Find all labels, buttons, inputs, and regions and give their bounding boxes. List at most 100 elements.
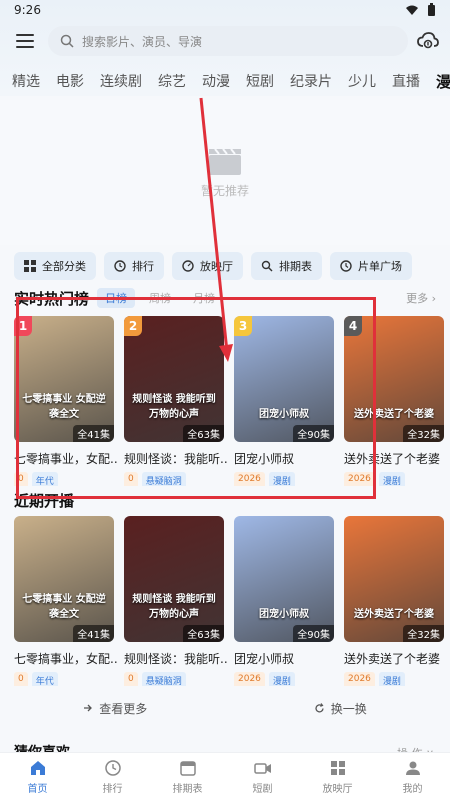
genre-tag: 漫剧 — [378, 472, 405, 486]
arrow-right-icon — [84, 704, 93, 712]
hot-card[interactable]: 送外卖送了个老婆 4 全32集送外卖送了个老婆 2026 漫剧 — [344, 316, 450, 486]
status-bar: 9:26 — [0, 0, 450, 20]
tab-4[interactable]: 动漫 — [194, 71, 238, 91]
tab-weekly[interactable]: 周榜 — [141, 288, 179, 308]
hot-card[interactable]: 七零搞事业 女配逆袭全文 1 全41集 七零搞事业，女配... 0 年代 — [14, 316, 124, 486]
tab-1[interactable]: 电影 — [48, 71, 92, 91]
nav-home[interactable]: 首页 — [8, 759, 68, 795]
refresh-label: 换一换 — [330, 701, 367, 716]
tab-5[interactable]: 短剧 — [238, 71, 282, 91]
card-title: 七零搞事业，女配... — [14, 452, 118, 466]
card-tags: 2026 漫剧 — [234, 672, 344, 686]
gauge-icon — [182, 260, 194, 272]
year-tag: 2026 — [234, 472, 265, 486]
tab-7[interactable]: 少儿 — [340, 71, 384, 91]
upcoming-card[interactable]: 七零搞事业 女配逆袭全文 全41集 七零搞事业，女配... 0 年代 — [14, 516, 124, 686]
card-tags: 0 悬疑脑洞 — [124, 472, 234, 486]
nav-schedule[interactable]: 排期表 — [158, 759, 218, 795]
poster-image[interactable]: 规则怪谈 我能听到万物的心声 全63集 — [124, 516, 224, 642]
tab-6[interactable]: 纪录片 — [282, 71, 340, 91]
nav-home-label: 首页 — [27, 783, 48, 795]
more-link[interactable]: 更多 › — [406, 290, 436, 306]
poster-image[interactable]: 七零搞事业 女配逆袭全文全41集 — [14, 516, 114, 642]
nav-profile-label: 我的 — [402, 783, 423, 795]
genre-tag: 漫剧 — [268, 472, 295, 486]
playlist-square-button[interactable]: 片单广场 — [330, 252, 412, 280]
genre-tag: 漫剧 — [378, 672, 405, 686]
rank-badge: 3 — [234, 316, 252, 336]
recommend-banner: 暂无推荐 — [0, 100, 450, 245]
nav-screening-hall[interactable]: 放映厅 — [308, 759, 368, 795]
hot-card[interactable]: 规则怪谈 我能听到万物的心声 2 全63集 规则怪谈：我能听... 0 悬疑脑洞 — [124, 316, 234, 486]
refresh-button[interactable]: 换一换 — [314, 698, 367, 718]
episode-count: 全63集 — [183, 425, 224, 442]
poster-art-text: 规则怪谈 我能听到万物的心声 — [132, 594, 216, 620]
nav-screening-hall-label: 放映厅 — [322, 783, 353, 795]
year-tag: 2026 — [344, 472, 375, 486]
ranking-button[interactable]: 排行 — [104, 252, 164, 280]
schedule-button[interactable]: 排期表 — [251, 252, 322, 280]
card-title: 送外卖送了个老婆 — [344, 652, 441, 666]
status-time: 9:26 — [14, 3, 41, 17]
user-icon — [405, 761, 420, 775]
poster-image[interactable]: 送外卖送了个老婆 4 全32集 — [344, 316, 444, 442]
card-tags: 2026 漫剧 — [344, 672, 450, 686]
poster-art-text: 七零搞事业 女配逆袭全文 — [22, 594, 106, 620]
tab-2[interactable]: 连续剧 — [92, 71, 150, 91]
history-icon — [340, 260, 352, 272]
screening-hall-label: 放映厅 — [200, 260, 233, 273]
upcoming-card[interactable]: 团宠小师叔 全90集 团宠小师叔 2026 漫剧 — [234, 516, 344, 686]
upcoming-card[interactable]: 送外卖送了个老婆 全32集送外卖送了个老婆 2026 漫剧 — [344, 516, 450, 686]
tab-monthly[interactable]: 月榜 — [185, 288, 223, 308]
nav-profile[interactable]: 我的 — [383, 759, 443, 795]
hot-list: 七零搞事业 女配逆袭全文 1 全41集 七零搞事业，女配... 0 年代 规则怪谈 我能听到… — [14, 316, 450, 486]
tab-daily[interactable]: 日榜 — [97, 288, 136, 308]
tab-0[interactable]: 精选 — [4, 71, 48, 91]
poster-image[interactable]: 送外卖送了个老婆 全32集 — [344, 516, 444, 642]
poster-image[interactable]: 团宠小师叔 3 全90集 — [234, 316, 334, 442]
menu-icon[interactable] — [16, 34, 34, 48]
card-tags: 2026 漫剧 — [234, 472, 344, 486]
home-icon — [30, 760, 45, 775]
search-placeholder: 搜索影片、演员、导演 — [82, 34, 203, 49]
nav-shorts[interactable]: 短剧 — [233, 759, 293, 795]
all-categories-button[interactable]: 全部分类 — [14, 252, 96, 280]
episode-count: 全41集 — [73, 425, 114, 442]
card-title: 七零搞事业，女配... — [14, 652, 118, 666]
card-title: 团宠小师叔 — [234, 452, 295, 466]
genre-tag: 悬疑脑洞 — [141, 672, 186, 686]
upcoming-list: 七零搞事业 女配逆袭全文 全41集 七零搞事业，女配... 0 年代 规则怪谈 我能听到万… — [14, 516, 450, 686]
year-tag: 0 — [14, 672, 28, 686]
rank-badge: 2 — [124, 316, 142, 336]
nav-shorts-label: 短剧 — [252, 783, 273, 795]
view-more-button[interactable]: 查看更多 — [83, 698, 147, 718]
poster-image[interactable]: 规则怪谈 我能听到万物的心声 2 全63集 — [124, 316, 224, 442]
clock-icon — [104, 759, 121, 776]
episode-count: 全32集 — [403, 625, 444, 642]
hot-card[interactable]: 团宠小师叔 3 全90集 团宠小师叔 2026 漫剧 — [234, 316, 344, 486]
schedule-label: 排期表 — [279, 260, 312, 273]
calendar-icon — [179, 760, 196, 776]
episode-count: 全90集 — [293, 425, 334, 442]
poster-image[interactable]: 七零搞事业 女配逆袭全文 1 全41集 — [14, 316, 114, 442]
rank-tabs: 日榜 周榜 月榜 — [97, 288, 223, 308]
card-tags: 0 悬疑脑洞 — [124, 672, 234, 686]
card-title: 送外卖送了个老婆 — [344, 452, 441, 466]
genre-tag: 悬疑脑洞 — [141, 472, 186, 486]
nav-ranking[interactable]: 排行 — [83, 759, 143, 795]
episode-count: 全41集 — [73, 625, 114, 642]
poster-art-text: 规则怪谈 我能听到万物的心声 — [132, 394, 216, 420]
tab-8[interactable]: 直播 — [384, 71, 428, 91]
hot-section-title: 实时热门榜 — [14, 289, 90, 308]
search-input[interactable]: 搜索影片、演员、导演 — [48, 26, 408, 56]
poster-image[interactable]: 团宠小师叔 全90集 — [234, 516, 334, 642]
genre-tag: 漫剧 — [268, 672, 295, 686]
category-tabs: 精选电影连续剧综艺动漫短剧纪录片少儿直播漫剧 — [0, 68, 450, 94]
tab-3[interactable]: 综艺 — [150, 71, 194, 91]
cloud-download-icon[interactable] — [417, 31, 439, 51]
tab-9[interactable]: 漫剧 — [428, 71, 450, 92]
view-more-label: 查看更多 — [99, 701, 148, 716]
year-tag: 0 — [124, 672, 138, 686]
upcoming-card[interactable]: 规则怪谈 我能听到万物的心声 全63集 规则怪谈：我能听... 0 悬疑脑洞 — [124, 516, 234, 686]
screening-hall-button[interactable]: 放映厅 — [172, 252, 243, 280]
